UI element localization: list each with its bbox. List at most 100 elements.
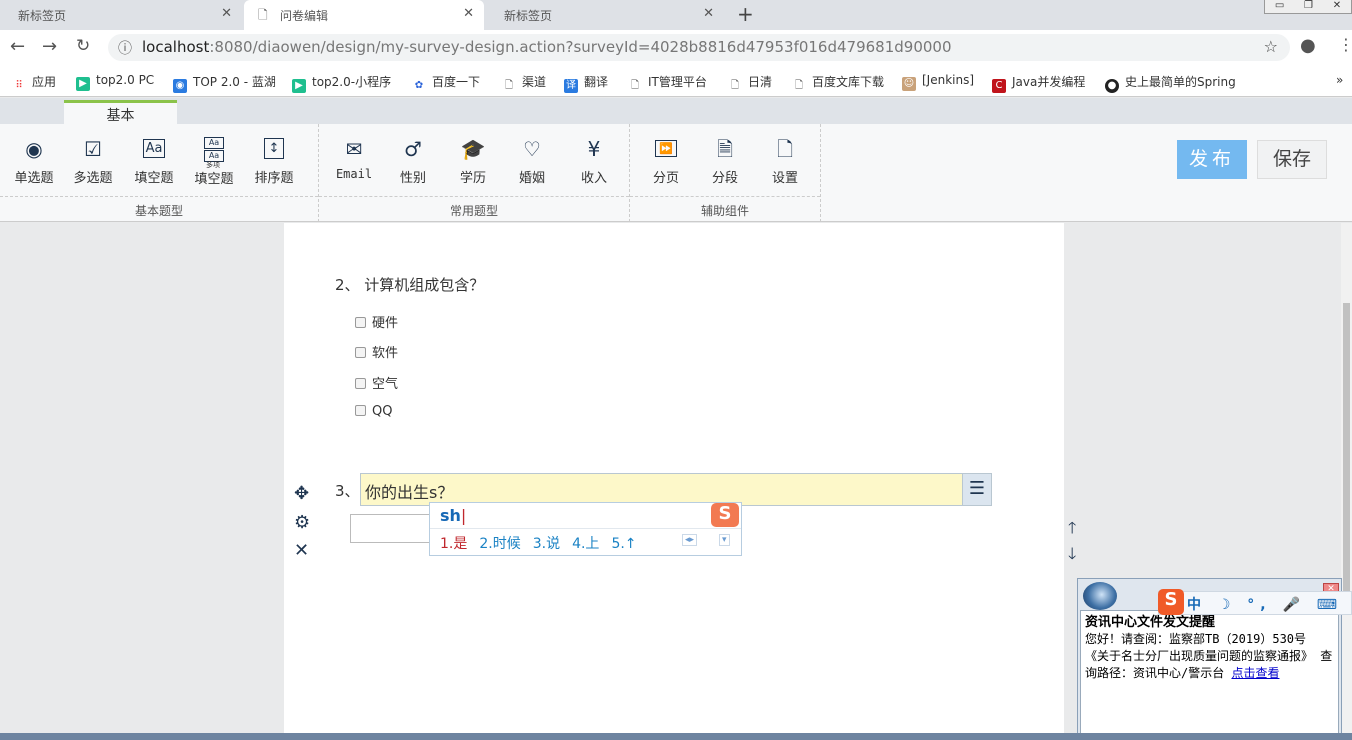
ribbon-tab-bar: 基本 xyxy=(0,98,1352,124)
bookmark-label: top2.0 PC xyxy=(96,73,155,87)
checkbox[interactable] xyxy=(355,405,366,416)
settings-doc-icon: 🗋 xyxy=(776,137,794,161)
option-label: 软件 xyxy=(372,346,399,361)
profile-icon[interactable]: ● xyxy=(1300,35,1316,56)
group-caption: 基本题型 xyxy=(0,196,318,222)
group-common-types: ✉ Email ♂ 性别 🎓 学历 ♡ 婚姻 ¥ 收入 常用题型 xyxy=(319,124,630,222)
tool-education[interactable]: 🎓 学历 xyxy=(445,136,501,186)
bookmark[interactable]: 🗋 日清 xyxy=(728,73,772,93)
browser-tab[interactable]: 新标签页 ✕ xyxy=(0,0,242,30)
tool-income[interactable]: ¥ 收入 xyxy=(566,136,622,186)
scrollbar-thumb[interactable] xyxy=(1343,303,1350,603)
group-aux-components: ⏩ 分页 🗎 分段 🗋 设置 辅助组件 xyxy=(630,124,821,222)
bookmark-label: 日清 xyxy=(748,75,773,89)
close-tab-icon[interactable]: ✕ xyxy=(463,6,474,21)
publish-button[interactable]: 发布 xyxy=(1177,140,1247,179)
close-tab-icon[interactable]: ✕ xyxy=(703,6,714,21)
group-caption: 辅助组件 xyxy=(630,196,820,222)
paragraph-icon: 🗎 xyxy=(716,137,734,161)
page-scrollbar[interactable] xyxy=(1341,223,1352,740)
heart-icon: ♡ xyxy=(523,137,541,161)
candidate[interactable]: 5.↑ xyxy=(611,536,636,552)
option[interactable]: 空气 xyxy=(355,373,398,392)
checkbox[interactable] xyxy=(355,347,366,358)
expand-icon[interactable]: ▾ xyxy=(719,534,730,546)
page-icon: 🗋 xyxy=(794,80,804,91)
star-icon[interactable]: ☆ xyxy=(1264,37,1278,56)
bookmark[interactable]: ▶ top2.0 PC xyxy=(76,73,154,91)
list-menu-icon[interactable]: ☰ xyxy=(962,473,992,506)
move-up-icon[interactable]: 🡑 xyxy=(1068,515,1076,541)
sogou-logo-icon: S xyxy=(711,503,739,527)
menu-icon[interactable]: ⋮ xyxy=(1338,35,1352,54)
bookmark[interactable]: 🗋 渠道 xyxy=(502,73,546,93)
close-window-icon[interactable]: ✕ xyxy=(1333,0,1341,13)
checkbox[interactable] xyxy=(355,378,366,389)
question-3-answer-input[interactable] xyxy=(350,514,434,543)
tool-multi-choice[interactable]: ☑ 多选题 xyxy=(65,136,121,186)
close-tab-icon[interactable]: ✕ xyxy=(221,6,232,21)
candidate[interactable]: 3.说 xyxy=(533,536,560,552)
minimize-icon[interactable]: ▭ xyxy=(1275,0,1284,13)
question-2-title[interactable]: 2、 计算机组成包含？ xyxy=(335,274,484,295)
tool-page-break[interactable]: ⏩ 分页 xyxy=(638,136,694,186)
bookmark[interactable]: ● 史上最简单的Spring xyxy=(1105,73,1236,93)
bookmark[interactable]: ☺ [Jenkins] xyxy=(902,73,974,91)
candidate[interactable]: 2.时候 xyxy=(479,536,520,552)
candidate[interactable]: 4.上 xyxy=(572,536,599,552)
tool-settings[interactable]: 🗋 设置 xyxy=(757,136,813,186)
tool-paragraph[interactable]: 🗎 分段 xyxy=(697,136,753,186)
bookmark-label: 史上最简单的Spring xyxy=(1125,75,1236,89)
delete-icon[interactable]: ✕ xyxy=(294,540,309,561)
ime-status-bar: S 中 ☽ °, 🎤 ⌨ xyxy=(1158,589,1352,615)
page-arrows-icon[interactable]: ◂▸ xyxy=(682,534,698,546)
bookmark[interactable]: ◉ TOP 2.0 - 蓝湖 xyxy=(173,73,276,93)
move-icon[interactable]: ✥ xyxy=(294,483,309,504)
gear-icon[interactable]: ⚙ xyxy=(294,512,310,533)
view-link[interactable]: 点击查看 xyxy=(1231,666,1279,680)
bookmark[interactable]: 译翻译 xyxy=(564,73,608,93)
option[interactable]: 硬件 xyxy=(355,312,398,331)
bookmark[interactable]: ✿ 百度一下 xyxy=(412,73,480,93)
page-icon: 🗋 xyxy=(630,80,640,91)
tool-multi-fill-blank[interactable]: Aa Aa 多项 填空题 xyxy=(186,136,242,187)
candidate[interactable]: 1.是 xyxy=(440,536,467,552)
tool-email[interactable]: ✉ Email xyxy=(326,136,382,181)
browser-tab-active[interactable]: 🗋 问卷编辑 ✕ xyxy=(244,0,484,30)
tool-label: 多选题 xyxy=(73,171,113,186)
move-down-icon[interactable]: 🡓 xyxy=(1068,541,1076,567)
bookmark-label: top2.0-小程序 xyxy=(312,75,392,89)
tool-sort[interactable]: ↕ 排序题 xyxy=(246,136,302,186)
browser-tab[interactable]: 新标签页 ✕ xyxy=(486,0,724,30)
option[interactable]: QQ xyxy=(355,404,392,419)
reorder-controls: 🡑 🡓 xyxy=(1068,515,1076,567)
option[interactable]: 软件 xyxy=(355,342,398,361)
url-path: :8080/diaowen/design/my-survey-design.ac… xyxy=(209,38,952,56)
radio-icon: ◉ xyxy=(25,137,43,161)
tool-single-choice[interactable]: ◉ 单选题 xyxy=(6,136,62,186)
window-controls: ▭ ❐ ✕ xyxy=(1264,0,1352,14)
new-tab-icon[interactable]: + xyxy=(737,2,754,26)
back-icon[interactable]: ← xyxy=(10,36,25,57)
more-bookmarks-icon[interactable]: » xyxy=(1336,73,1343,87)
bookmark-apps[interactable]: ⠿ 应用 xyxy=(12,73,56,93)
bookmark[interactable]: 🗋 百度文库下载 xyxy=(792,73,884,93)
bookmark[interactable]: C Java并发编程 xyxy=(992,73,1085,93)
tool-fill-blank[interactable]: Aa 填空题 xyxy=(126,136,182,186)
forward-icon[interactable]: → xyxy=(42,36,57,57)
tool-marriage[interactable]: ♡ 婚姻 xyxy=(504,136,560,186)
option-label: 硬件 xyxy=(372,316,399,331)
save-button[interactable]: 保存 xyxy=(1257,140,1327,179)
bookmark[interactable]: ▶ top2.0-小程序 xyxy=(292,73,391,93)
checkbox[interactable] xyxy=(355,317,366,328)
tool-label: 学历 xyxy=(459,171,486,186)
tool-gender[interactable]: ♂ 性别 xyxy=(385,136,441,186)
bookmark-label: 百度一下 xyxy=(432,75,481,89)
ribbon-tab-basic[interactable]: 基本 xyxy=(64,100,177,124)
ime-status-icons[interactable]: 中 ☽ °, 🎤 ⌨ xyxy=(1187,597,1343,613)
reload-icon[interactable]: ↻ xyxy=(76,36,90,56)
address-bar[interactable]: ⓘ localhost:8080/diaowen/design/my-surve… xyxy=(108,34,1290,61)
bookmark[interactable]: 🗋 IT管理平台 xyxy=(628,73,707,93)
ime-candidate-window: sh| S 1.是 2.时候 3.说 4.上 5.↑ ◂▸ ▾ xyxy=(429,502,742,556)
restore-icon[interactable]: ❐ xyxy=(1304,0,1313,13)
